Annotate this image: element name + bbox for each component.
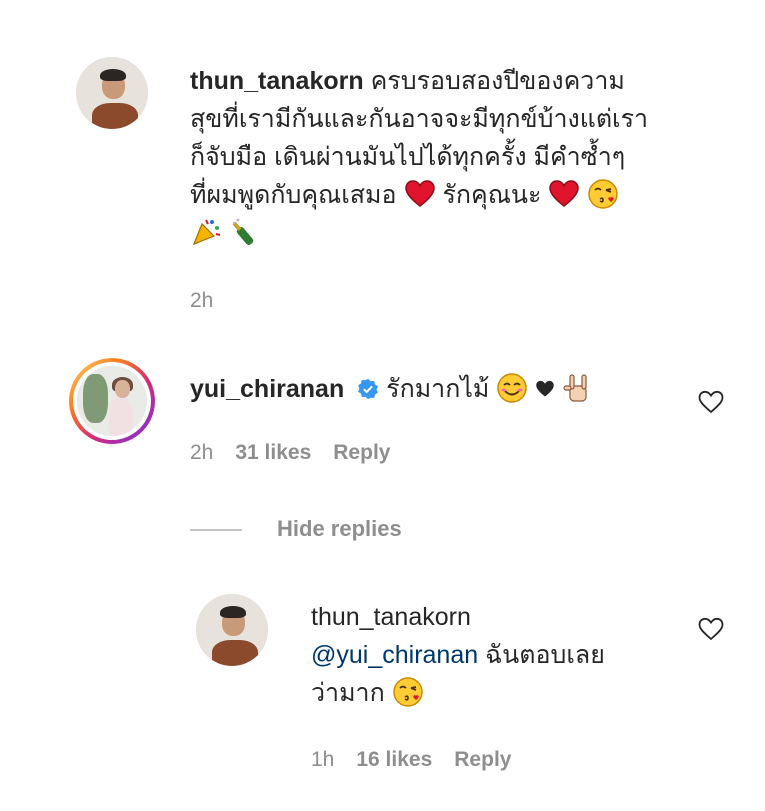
avatar[interactable] [76, 57, 148, 129]
comment-text-line: ที่ผมพูดกับคุณเสมอ [190, 181, 397, 209]
kissing-face-emoji-icon [588, 179, 619, 209]
comment-meta: 2h 31 likes Reply [190, 441, 390, 465]
like-heart-icon[interactable] [698, 390, 724, 414]
comment-body: thun_tanakorn ครบรอบสองปีของความ สุขที่เ… [190, 62, 750, 252]
red-heart-emoji-icon [404, 180, 435, 207]
comment-timestamp[interactable]: 2h [190, 441, 213, 465]
reply-button[interactable]: Reply [333, 441, 390, 465]
reply-button[interactable]: Reply [454, 748, 511, 772]
reply-meta: 1h 16 likes Reply [311, 748, 511, 772]
mention-link[interactable]: @yui_chiranan [311, 641, 478, 669]
comment-text-line: สุขที่เรามีกันและกันอาจจะมีทุกข์บ้างแต่เ… [190, 105, 649, 133]
reply-text-line: ว่ามาก [311, 679, 385, 707]
comment-timestamp[interactable]: 2h [190, 289, 213, 313]
black-heart-emoji-icon [536, 380, 555, 397]
comment-text-line: ก็จับมือ เดินผ่านมันไปได้ทุกครั้ง มีคำซ้… [190, 143, 626, 171]
comment-body: yui_chiranan รักมากไม้ [190, 370, 690, 408]
avatar[interactable] [196, 594, 268, 666]
reply-text-line: ฉันตอบเลย [485, 641, 605, 669]
hide-replies-button[interactable]: Hide replies [277, 516, 402, 542]
champagne-bottle-emoji-icon [232, 218, 254, 246]
comment-text-line: รักคุณนะ [442, 181, 542, 209]
likes-count[interactable]: 16 likes [356, 748, 432, 772]
smiling-face-emoji-icon [497, 373, 528, 403]
comment-meta: 2h [190, 289, 213, 313]
red-heart-emoji-icon [549, 180, 580, 207]
avatar[interactable] [77, 366, 147, 436]
comment-text: รักมากไม้ [386, 375, 490, 403]
love-you-hand-emoji-icon [563, 374, 587, 402]
comment-username[interactable]: yui_chiranan [190, 375, 344, 403]
reply-timestamp[interactable]: 1h [311, 748, 334, 772]
party-popper-emoji-icon [192, 219, 221, 246]
comment-username[interactable]: thun_tanakorn [190, 67, 364, 95]
reply-body: thun_tanakorn @yui_chiranan ฉันตอบเลย ว่… [311, 598, 691, 712]
comment-text-line: ครบรอบสองปีของความ [370, 67, 625, 95]
kissing-face-emoji-icon [392, 677, 423, 707]
replies-divider [190, 529, 242, 531]
verified-badge-icon [358, 378, 379, 400]
reply-username[interactable]: thun_tanakorn [311, 598, 691, 636]
like-heart-icon[interactable] [698, 617, 724, 641]
likes-count[interactable]: 31 likes [235, 441, 311, 465]
